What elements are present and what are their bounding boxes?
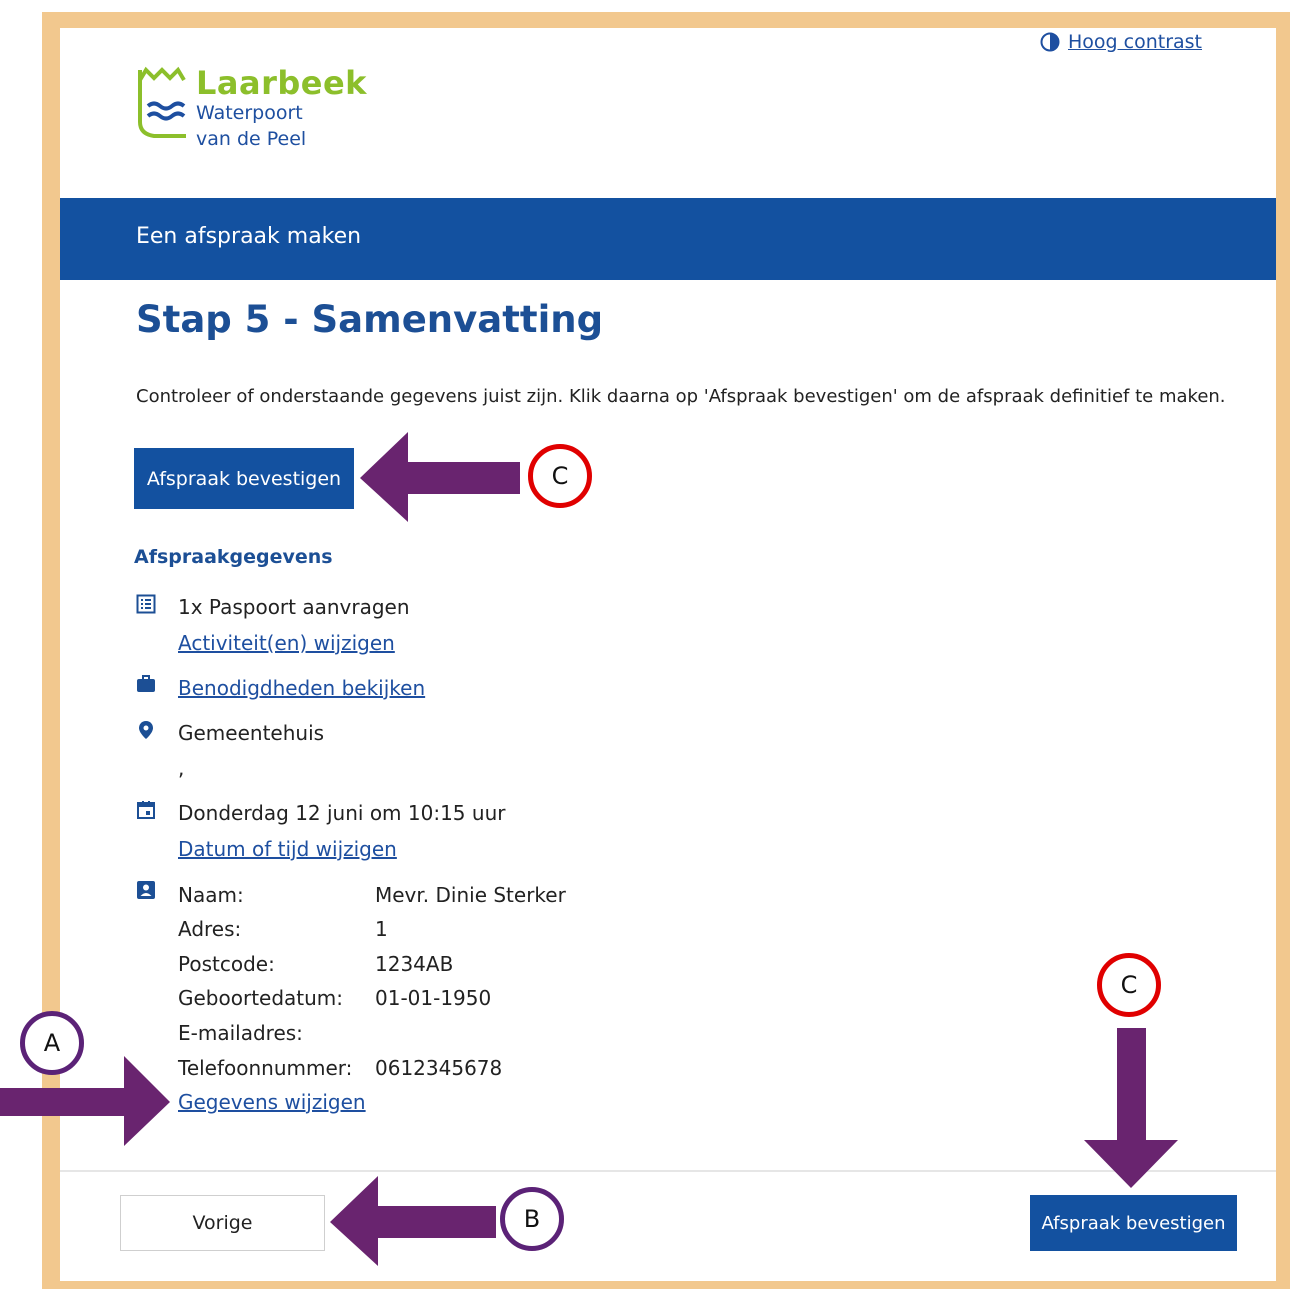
detail-label: Geboortedatum: xyxy=(178,986,344,1010)
intro-text: Controleer of onderstaande gegevens juis… xyxy=(136,386,1226,407)
previous-button[interactable]: Vorige xyxy=(120,1195,325,1251)
high-contrast-label[interactable]: Hoog contrast xyxy=(1068,31,1202,53)
banner-title: Een afspraak maken xyxy=(136,224,362,249)
logo[interactable]: Laarbeek Waterpoort van de Peel xyxy=(136,64,376,184)
marker-c-bottom: C xyxy=(1097,953,1161,1017)
detail-label: Naam: xyxy=(178,883,244,907)
detail-label: Postcode: xyxy=(178,952,275,976)
high-contrast-toggle[interactable]: Hoog contrast xyxy=(1040,28,1202,56)
detail-label: Telefoonnummer: xyxy=(178,1056,353,1080)
contrast-icon xyxy=(1040,32,1060,52)
detail-value: 0612345678 xyxy=(375,1056,503,1080)
detail-label: Adres: xyxy=(178,917,242,941)
location-extra-text: , xyxy=(178,756,185,780)
logo-tagline-2: van de Peel xyxy=(196,128,307,150)
contact-card-icon xyxy=(137,881,155,899)
footer-divider xyxy=(60,1170,1276,1172)
briefcase-icon xyxy=(137,675,155,692)
marker-c-top: C xyxy=(528,444,592,508)
view-requirements-link[interactable]: Benodigdheden bekijken xyxy=(178,676,425,700)
change-details-link[interactable]: Gegevens wijzigen xyxy=(178,1090,366,1114)
confirm-appointment-button-bottom[interactable]: Afspraak bevestigen xyxy=(1030,1195,1237,1251)
confirm-appointment-button-top[interactable]: Afspraak bevestigen xyxy=(134,448,354,509)
calendar-icon xyxy=(137,801,155,819)
change-activity-link[interactable]: Activiteit(en) wijzigen xyxy=(178,631,395,655)
page-banner: Een afspraak maken xyxy=(60,198,1276,280)
location-text: Gemeentehuis xyxy=(178,721,325,745)
datetime-text: Donderdag 12 juni om 10:15 uur xyxy=(178,801,506,825)
section-title: Afspraakgegevens xyxy=(134,546,333,568)
detail-value: 1234AB xyxy=(375,952,454,976)
detail-label: E-mailadres: xyxy=(178,1021,303,1045)
detail-value: Mevr. Dinie Sterker xyxy=(375,883,566,907)
page: Hoog contrast Laarbeek Waterpoort van de… xyxy=(60,28,1276,1281)
location-pin-icon xyxy=(139,721,153,739)
activity-text: 1x Paspoort aanvragen xyxy=(178,595,410,619)
logo-tagline-1: Waterpoort xyxy=(196,102,303,124)
detail-value: 01-01-1950 xyxy=(375,986,492,1010)
logo-crest-icon xyxy=(138,66,186,138)
marker-b: B xyxy=(500,1187,564,1251)
page-title: Stap 5 - Samenvatting xyxy=(136,298,604,341)
detail-value: 1 xyxy=(375,917,388,941)
change-datetime-link[interactable]: Datum of tijd wijzigen xyxy=(178,837,397,861)
logo-name: Laarbeek xyxy=(196,64,367,102)
list-icon xyxy=(136,594,156,614)
marker-a: A xyxy=(20,1011,84,1075)
